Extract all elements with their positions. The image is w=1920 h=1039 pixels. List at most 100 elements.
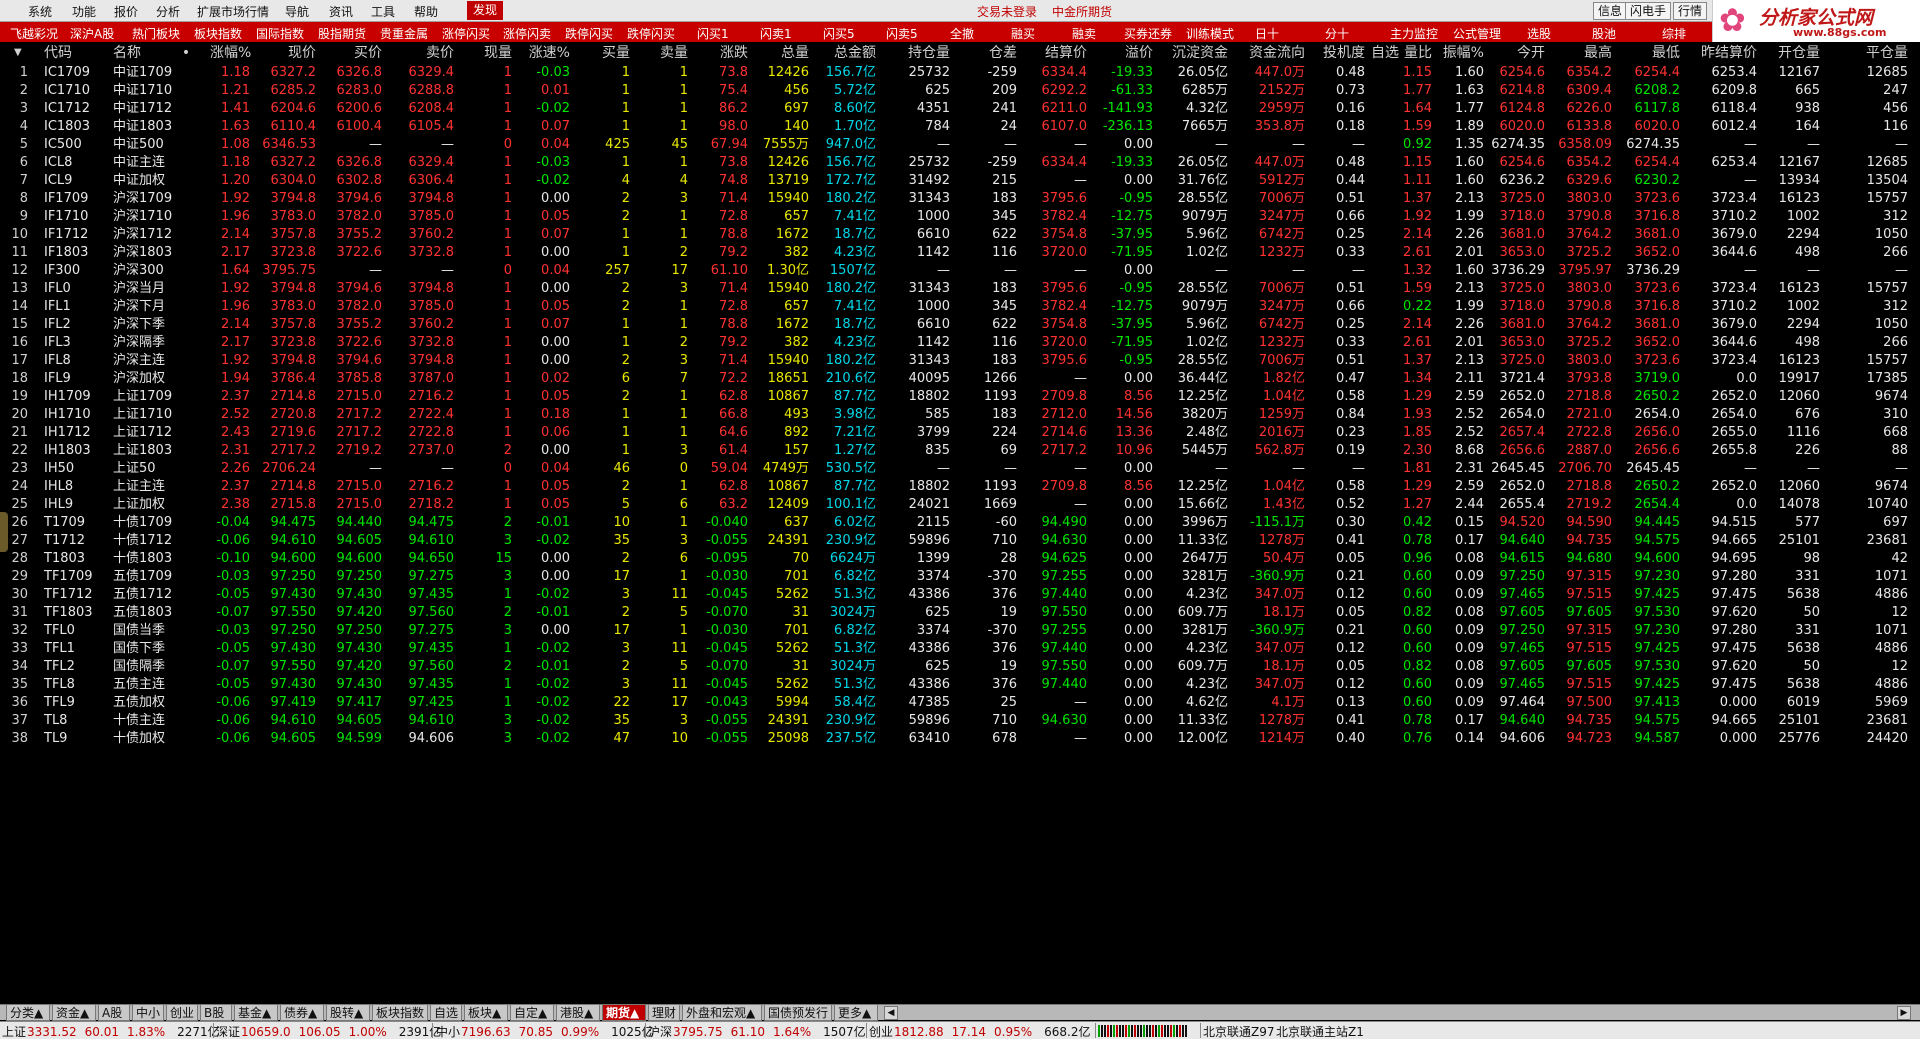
toolbar-button[interactable]: 涨停闪卖 <box>503 25 551 42</box>
bottom-tab[interactable]: 板块指数 <box>372 1005 428 1021</box>
sort-down-icon[interactable]: ▼ <box>14 42 26 64</box>
table-row[interactable]: 11 IF1803 沪深1803 2.17 3723.8 3722.6 3732.8 1 0.0… <box>0 244 1920 262</box>
table-row[interactable]: 15 IFL2 沪深下季 2.14 3757.8 3755.2 3760.2 1 0.07 1 1 7… <box>0 316 1920 334</box>
menu-item[interactable]: 扩展市场行情 <box>197 3 269 20</box>
table-row[interactable]: 12 IF300 沪深300 1.64 3795.75— —0 0.04 257 17 61.10… <box>0 262 1920 280</box>
toolbar-button[interactable]: 公式管理 <box>1453 25 1501 42</box>
column-header-high[interactable]: 最高 <box>1555 42 1612 64</box>
toolbar-button[interactable]: 热门板块 <box>132 25 180 42</box>
table-row[interactable]: 22 IH1803 上证1803 2.31 2717.2 2719.2 2737.0 2 0.0… <box>0 442 1920 460</box>
bottom-tab[interactable]: 期货▲ <box>602 1005 646 1021</box>
bottom-tab[interactable]: 分类▲ <box>6 1005 50 1021</box>
column-header-prev-settle[interactable]: 昨结算价 <box>1685 42 1757 64</box>
table-row[interactable]: 4 IC1803 中证1803 1.63 6110.4 6100.4 6105.4 1 0.07… <box>0 118 1920 136</box>
table-row[interactable]: 30 TF1712 五债1712 -0.05 97.430 97.430 97.435 1 -0… <box>0 586 1920 604</box>
column-header-ask-vol[interactable]: 卖量 <box>652 42 688 64</box>
bottom-tab[interactable]: 基金▲ <box>234 1005 278 1021</box>
index-cy[interactable]: 创业1812.88 17.14 0.95% 668.2亿 <box>869 1023 1090 1039</box>
menu-item[interactable]: 帮助 <box>414 3 438 20</box>
server-name[interactable]: 北京联通Z97 <box>1203 1023 1275 1039</box>
toolbar-button[interactable]: 综排 <box>1662 25 1686 42</box>
column-header-amplitude[interactable]: 振幅% <box>1440 42 1484 64</box>
column-header-speculation[interactable]: 投机度 <box>1310 42 1365 64</box>
toolbar-button[interactable]: 选股 <box>1527 25 1551 42</box>
table-row[interactable]: 10 IF1712 沪深1712 2.14 3757.8 3755.2 3760.2 1 0.0… <box>0 226 1920 244</box>
table-row[interactable]: 8 IF1709 沪深1709 1.92 3794.8 3794.6 3794.8 1 0.00… <box>0 190 1920 208</box>
table-row[interactable]: 14 IFL1 沪深下月 1.96 3783.0 3782.0 3785.0 1 0.05 2 1 7… <box>0 298 1920 316</box>
toolbar-button[interactable]: 股指期货 <box>318 25 366 42</box>
index-sz[interactable]: 深证10659.0 106.05 1.00% 2391亿 <box>216 1023 441 1039</box>
bottom-tab[interactable]: 资金▲ <box>52 1005 96 1021</box>
table-row[interactable]: 18 IFL9 沪深加权 1.94 3786.4 3785.8 3787.0 1 0.02 6 7 7… <box>0 370 1920 388</box>
bottom-tab[interactable]: 债券▲ <box>280 1005 324 1021</box>
column-header-volume[interactable]: 总量 <box>755 42 809 64</box>
bottom-tab[interactable]: 创业 <box>166 1005 198 1021</box>
table-row[interactable]: 13 IFL0 沪深当月 1.92 3794.8 3794.6 3794.8 1 0.00 2 3 7… <box>0 280 1920 298</box>
column-header-premium[interactable]: 溢价 <box>1095 42 1153 64</box>
index-zx[interactable]: 中小7196.63 70.85 0.99% 1025亿 <box>436 1023 654 1039</box>
column-header-change[interactable]: 涨跌 <box>696 42 748 64</box>
table-row[interactable]: 16 IFL3 沪深隔季 2.17 3723.8 3722.6 3732.8 1 0.00 1 2 7… <box>0 334 1920 352</box>
bottom-tab[interactable]: 自定▲ <box>510 1005 554 1021</box>
toolbar-button[interactable]: 全撤 <box>950 25 974 42</box>
header-button[interactable]: 行情 <box>1673 2 1708 20</box>
column-header-deposited-funds[interactable]: 沉淀资金 <box>1160 42 1228 64</box>
column-header-dot[interactable]: • <box>181 42 191 64</box>
column-header-open-vol[interactable]: 开仓量 <box>1762 42 1820 64</box>
toolbar-button[interactable]: 闪卖1 <box>760 25 792 42</box>
table-row[interactable]: 24 IHL8 上证主连 2.37 2714.8 2715.0 2716.2 1 0.05 2 1 6… <box>0 478 1920 496</box>
table-row[interactable]: 28 T1803 十债1803 -0.10 94.600 94.600 94.650 15 0.… <box>0 550 1920 568</box>
toolbar-button[interactable]: 国际指数 <box>256 25 304 42</box>
toolbar-button[interactable]: 融卖 <box>1072 25 1096 42</box>
toolbar-button[interactable]: 主力监控 <box>1390 25 1438 42</box>
column-header-bid-price[interactable]: 买价 <box>328 42 382 64</box>
scroll-left-icon[interactable]: ◀ <box>884 1006 898 1020</box>
column-header-last-price[interactable]: 现价 <box>262 42 316 64</box>
table-row[interactable]: 26 T1709 十债1709 -0.04 94.475 94.440 94.475 2 -0.… <box>0 514 1920 532</box>
bottom-tab[interactable]: 理财 <box>648 1005 680 1021</box>
column-header-pct-change[interactable]: 涨幅% <box>210 42 251 64</box>
column-header-open[interactable]: 今开 <box>1490 42 1545 64</box>
bottom-tab[interactable]: B股 <box>200 1005 232 1021</box>
column-header-volume-ratio[interactable]: 量比 <box>1395 42 1432 64</box>
index-sh[interactable]: 上证3331.52 60.01 1.83% 2271亿 <box>2 1023 220 1039</box>
menu-item[interactable]: 发现 <box>467 1 504 20</box>
toolbar-button[interactable]: 闪卖5 <box>886 25 918 42</box>
toolbar-button[interactable]: 板块指数 <box>194 25 242 42</box>
table-row[interactable]: 35 TFL8 五债主连 -0.05 97.430 97.430 97.435 1 -0.02 3… <box>0 676 1920 694</box>
table-row[interactable]: 6 ICL8 中证主连 1.18 6327.2 6326.8 6329.4 1 -0.03 1 1 7… <box>0 154 1920 172</box>
table-row[interactable]: 5 IC500 中证500 1.08 6346.53— —0 0.04 425 45 67.94 7… <box>0 136 1920 154</box>
server-main[interactable]: 北京联通主站Z1 <box>1276 1023 1364 1039</box>
menu-item[interactable]: 功能 <box>72 3 96 20</box>
table-row[interactable]: 25 IHL9 上证加权 2.38 2715.8 2715.0 2718.2 1 0.05 5 6 6… <box>0 496 1920 514</box>
toolbar-button[interactable]: 买券还券 <box>1124 25 1172 42</box>
table-row[interactable]: 3 IC1712 中证1712 1.41 6204.6 6200.6 6208.4 1 -0.0… <box>0 100 1920 118</box>
table-row[interactable]: 21 IH1712 上证1712 2.43 2719.6 2717.2 2722.8 1 0.0… <box>0 424 1920 442</box>
header-button[interactable]: 信息 <box>1593 2 1628 20</box>
table-row[interactable]: 17 IFL8 沪深主连 1.92 3794.8 3794.6 3794.8 1 0.00 2 3 7… <box>0 352 1920 370</box>
column-header-close-vol[interactable]: 平仓量 <box>1828 42 1908 64</box>
table-row[interactable]: 27 T1712 十债1712 -0.06 94.610 94.605 94.610 3 -0.… <box>0 532 1920 550</box>
menu-item[interactable]: 资讯 <box>329 3 353 20</box>
table-row[interactable]: 31 TF1803 五债1803 -0.07 97.550 97.420 97.560 2 -0… <box>0 604 1920 622</box>
table-row[interactable]: 37 TL8 十债主连 -0.06 94.610 94.605 94.610 3 -0.02 35… <box>0 712 1920 730</box>
toolbar-button[interactable]: 跌停闪买 <box>565 25 613 42</box>
table-row[interactable]: 19 IH1709 上证1709 2.37 2714.8 2715.0 2716.2 1 0.0… <box>0 388 1920 406</box>
menu-item[interactable]: 报价 <box>114 3 138 20</box>
menu-item[interactable]: 分析 <box>156 3 180 20</box>
column-header-oi-change[interactable]: 仓差 <box>963 42 1017 64</box>
column-header-turnover[interactable]: 总金额 <box>816 42 876 64</box>
toolbar-button[interactable]: 融买 <box>1011 25 1035 42</box>
column-header-last-vol[interactable]: 现量 <box>480 42 512 64</box>
table-row[interactable]: 20 IH1710 上证1710 2.52 2720.8 2717.2 2722.4 1 0.1… <box>0 406 1920 424</box>
toolbar-button[interactable]: 训练模式 <box>1186 25 1234 42</box>
bottom-tab[interactable]: 港股▲ <box>556 1005 600 1021</box>
toolbar-button[interactable]: 贵重金属 <box>380 25 428 42</box>
bottom-tab[interactable]: 更多▲ <box>834 1005 878 1021</box>
bottom-tab[interactable]: 外盘和宏观▲ <box>682 1005 762 1021</box>
toolbar-button[interactable]: 闪买5 <box>823 25 855 42</box>
table-row[interactable]: 7 ICL9 中证加权 1.20 6304.0 6302.8 6306.4 1 -0.02 4 4 7… <box>0 172 1920 190</box>
column-header-fund-flow[interactable]: 资金流向 <box>1235 42 1305 64</box>
table-row[interactable]: 32 TFL0 国债当季 -0.03 97.250 97.250 97.275 3 0.00 17… <box>0 622 1920 640</box>
table-row[interactable]: 36 TFL9 五债加权 -0.06 97.419 97.417 97.425 1 -0.02 2… <box>0 694 1920 712</box>
